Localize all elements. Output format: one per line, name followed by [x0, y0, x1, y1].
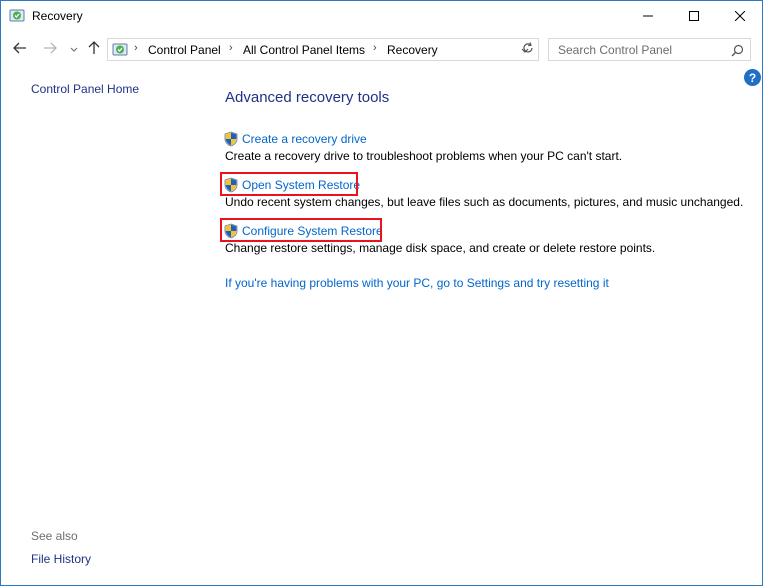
uac-shield-icon: [223, 131, 239, 147]
create-recovery-drive-description: Create a recovery drive to troubleshoot …: [225, 149, 623, 163]
minimize-button[interactable]: [625, 1, 671, 32]
configure-system-restore-description: Change restore settings, manage disk spa…: [225, 241, 656, 255]
task-open-system-restore: Open System Restore Undo recent system c…: [223, 176, 743, 209]
see-also-label: See also: [31, 529, 78, 543]
search-input[interactable]: [550, 40, 720, 59]
arrow-right-icon: [43, 42, 57, 57]
maximize-icon: [689, 10, 699, 24]
recovery-window: Recovery › Control Panel › All Control P…: [0, 0, 763, 586]
back-button[interactable]: [9, 38, 31, 60]
chevron-down-icon: [70, 42, 78, 56]
file-history-link[interactable]: File History: [31, 552, 91, 566]
refresh-button[interactable]: [518, 38, 539, 61]
breadcrumb-recovery[interactable]: Recovery: [387, 43, 438, 57]
recovery-app-icon: [9, 8, 25, 24]
breadcrumb-separator-icon[interactable]: ›: [134, 42, 138, 54]
open-system-restore-description: Undo recent system changes, but leave fi…: [225, 195, 744, 209]
maximize-button[interactable]: [671, 1, 717, 32]
title-bar[interactable]: Recovery: [1, 1, 762, 32]
create-recovery-drive-link[interactable]: Create a recovery drive: [242, 132, 367, 146]
uac-shield-icon: [223, 177, 239, 193]
arrow-left-icon: [13, 42, 27, 57]
open-system-restore-link[interactable]: Open System Restore: [242, 178, 360, 192]
arrow-up-icon: [88, 40, 100, 58]
window-title: Recovery: [32, 9, 83, 23]
control-panel-icon: [112, 42, 128, 58]
refresh-icon: [522, 42, 534, 57]
breadcrumb-all-items[interactable]: All Control Panel Items: [243, 43, 365, 57]
address-bar[interactable]: › Control Panel › All Control Panel Item…: [107, 38, 539, 61]
close-button[interactable]: [717, 1, 763, 32]
forward-button[interactable]: [39, 38, 61, 60]
navigation-bar: › Control Panel › All Control Panel Item…: [1, 34, 762, 64]
task-create-recovery-drive: Create a recovery drive Create a recover…: [223, 130, 622, 163]
help-icon[interactable]: ?: [744, 69, 761, 86]
breadcrumb-separator-icon[interactable]: ›: [229, 42, 233, 54]
up-button[interactable]: [83, 38, 105, 60]
breadcrumb-control-panel[interactable]: Control Panel: [148, 43, 221, 57]
search-box[interactable]: [548, 38, 751, 61]
minimize-icon: [643, 10, 653, 24]
close-icon: [734, 10, 746, 24]
uac-shield-icon: [223, 223, 239, 239]
breadcrumb-separator-icon[interactable]: ›: [373, 42, 377, 54]
recent-locations-button[interactable]: [63, 38, 85, 60]
reset-pc-link[interactable]: If you're having problems with your PC, …: [225, 276, 609, 290]
task-configure-system-restore: Configure System Restore Change restore …: [223, 222, 655, 255]
configure-system-restore-link[interactable]: Configure System Restore: [242, 224, 383, 238]
search-icon[interactable]: [729, 42, 745, 58]
page-title: Advanced recovery tools: [225, 89, 390, 106]
control-panel-home-link[interactable]: Control Panel Home: [31, 82, 139, 96]
